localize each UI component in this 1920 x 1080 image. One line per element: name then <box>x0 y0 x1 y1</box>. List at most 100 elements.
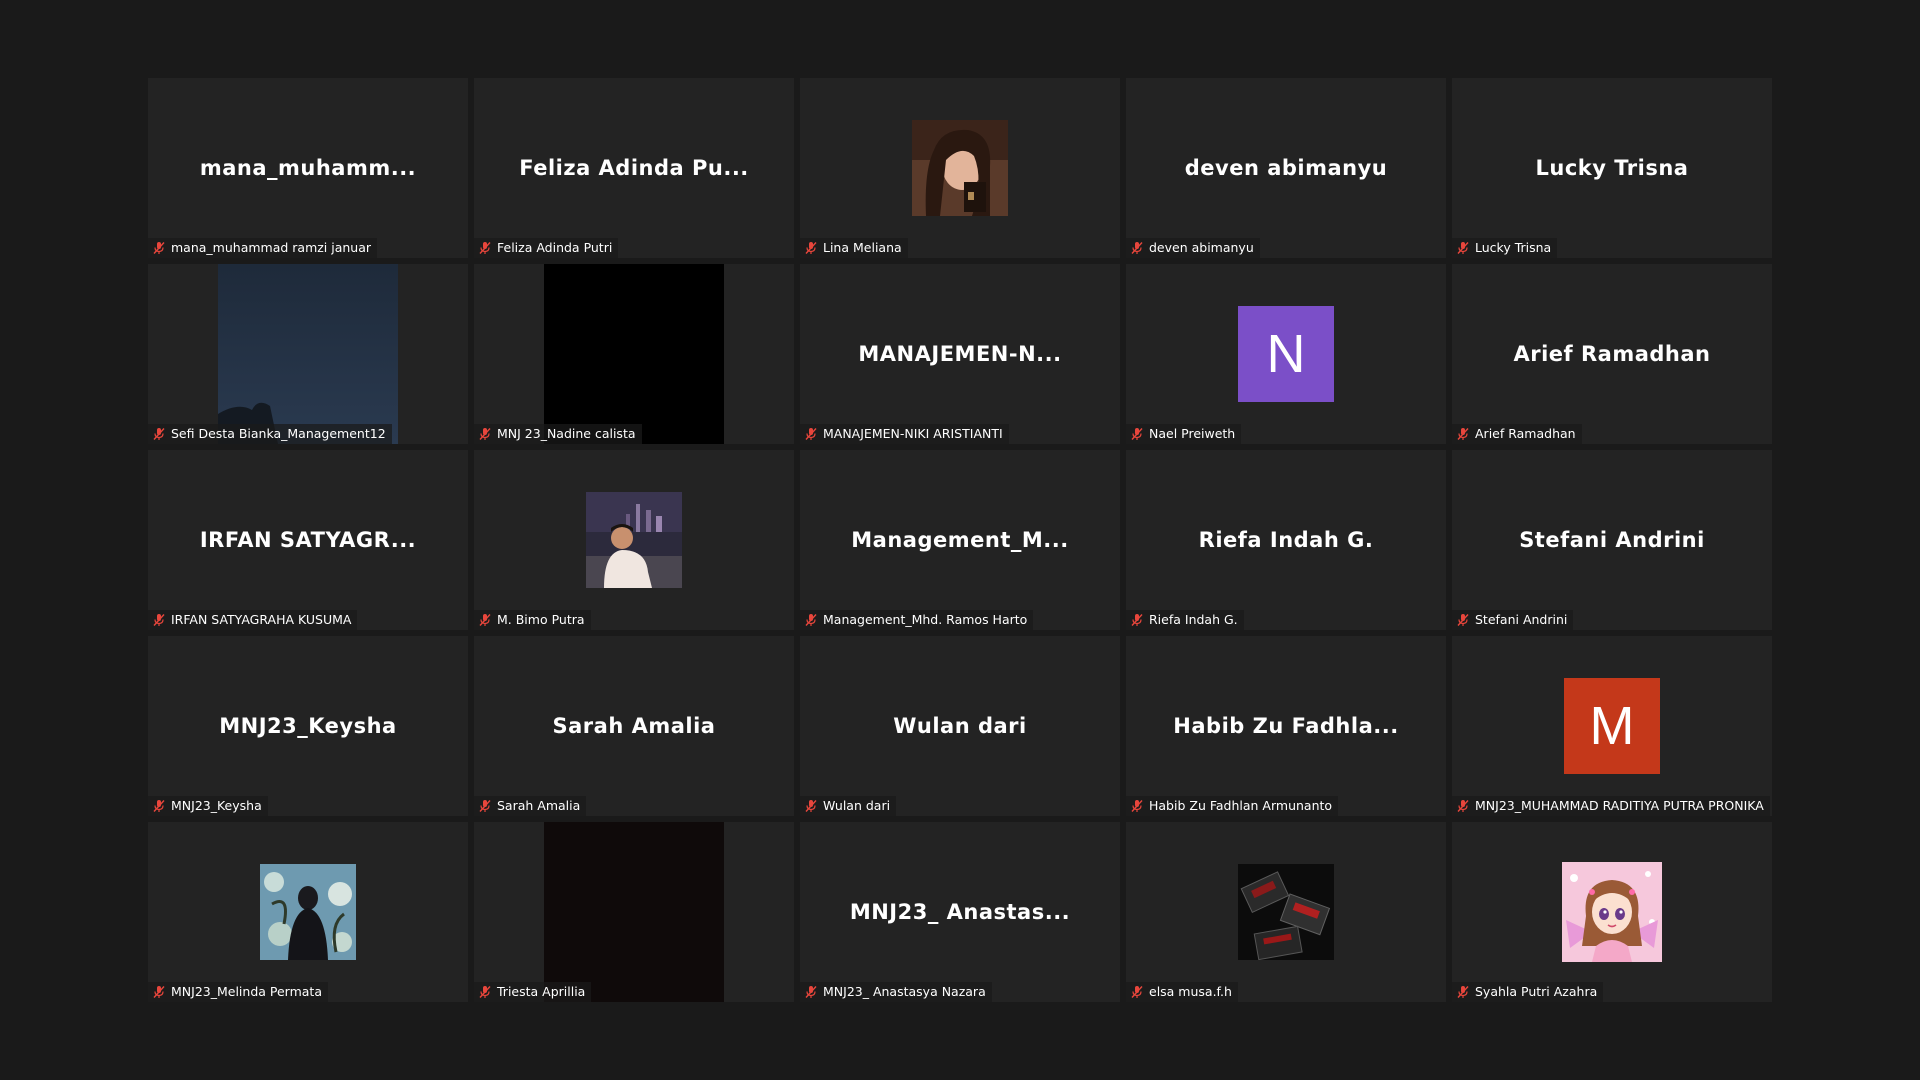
video-feed <box>218 264 398 444</box>
participant-name-tag: Triesta Aprillia <box>474 982 592 1002</box>
participant-tile[interactable]: M. Bimo Putra <box>474 450 794 630</box>
participant-tile[interactable]: MNJ23_Keysha MNJ23_Keysha <box>148 636 468 816</box>
participant-tile[interactable]: MNJ 23_Nadine calista <box>474 264 794 444</box>
participant-name-tag: MNJ23_Melinda Permata <box>148 982 328 1002</box>
profile-photo <box>260 864 356 960</box>
participant-display-name: Stefani Andrini <box>1519 528 1705 552</box>
participant-display-name: MNJ23_Keysha <box>219 714 397 738</box>
muted-mic-icon <box>1131 800 1143 812</box>
muted-mic-icon <box>1131 614 1143 626</box>
muted-mic-icon <box>1131 428 1143 440</box>
participant-name-tag: Sarah Amalia <box>474 796 587 816</box>
participant-display-name: mana_muhamm... <box>199 156 417 180</box>
participant-name-tag: Nael Preiweth <box>1126 424 1242 444</box>
participant-name: Feliza Adinda Putri <box>497 240 613 255</box>
participant-tile[interactable]: deven abimanyu deven abimanyu <box>1126 78 1446 258</box>
muted-mic-icon <box>153 800 165 812</box>
participant-name: Nael Preiweth <box>1149 426 1236 441</box>
muted-mic-icon <box>1457 428 1469 440</box>
participant-name-tag: Management_Mhd. Ramos Harto <box>800 610 1034 630</box>
participant-name-tag: Lucky Trisna <box>1452 238 1558 258</box>
participant-name-tag: Arief Ramadhan <box>1452 424 1582 444</box>
participant-tile[interactable]: Riefa Indah G. Riefa Indah G. <box>1126 450 1446 630</box>
muted-mic-icon <box>153 986 165 998</box>
participant-name: deven abimanyu <box>1149 240 1254 255</box>
participant-tile[interactable]: elsa musa.f.h <box>1126 822 1446 1002</box>
muted-mic-icon <box>153 614 165 626</box>
participant-name: Lina Meliana <box>823 240 902 255</box>
profile-photo <box>586 492 682 588</box>
participant-display-name: Habib Zu Fadhla... <box>1173 714 1399 738</box>
participant-tile[interactable]: MNJ23_ Anastas... MNJ23_ Anastasya Nazar… <box>800 822 1120 1002</box>
participant-display-name: Management_M... <box>851 528 1069 552</box>
participant-name: MNJ23_Melinda Permata <box>171 984 322 999</box>
video-feed <box>544 822 724 1002</box>
participant-display-name: Lucky Trisna <box>1535 156 1689 180</box>
participant-name: MNJ 23_Nadine calista <box>497 426 636 441</box>
muted-mic-icon <box>1457 986 1469 998</box>
participant-tile[interactable]: Feliza Adinda Pu... Feliza Adinda Putri <box>474 78 794 258</box>
participant-tile[interactable]: M MNJ23_MUHAMMAD RADITIYA PUTRA PRONIKA <box>1452 636 1772 816</box>
participant-name: Syahla Putri Azahra <box>1475 984 1598 999</box>
participant-tile[interactable]: mana_muhamm... mana_muhammad ramzi janua… <box>148 78 468 258</box>
muted-mic-icon <box>1457 614 1469 626</box>
participant-tile[interactable]: Lina Meliana <box>800 78 1120 258</box>
participant-tile[interactable]: Triesta Aprillia <box>474 822 794 1002</box>
participant-name-tag: Habib Zu Fadhlan Armunanto <box>1126 796 1339 816</box>
participant-name-tag: mana_muhammad ramzi januar <box>148 238 378 258</box>
participant-name: Sefi Desta Bianka_Management12 <box>171 426 386 441</box>
participant-tile[interactable]: Syahla Putri Azahra <box>1452 822 1772 1002</box>
participant-name-tag: Sefi Desta Bianka_Management12 <box>148 424 392 444</box>
participant-tile[interactable]: Stefani Andrini Stefani Andrini <box>1452 450 1772 630</box>
participant-tile[interactable]: Lucky Trisna Lucky Trisna <box>1452 78 1772 258</box>
participant-name: M. Bimo Putra <box>497 612 585 627</box>
participant-tile[interactable]: Management_M... Management_Mhd. Ramos Ha… <box>800 450 1120 630</box>
muted-mic-icon <box>1457 800 1469 812</box>
meeting-gallery-view: mana_muhamm... mana_muhammad ramzi janua… <box>0 0 1920 1080</box>
profile-photo <box>1238 864 1334 960</box>
participant-tile[interactable]: MNJ23_Melinda Permata <box>148 822 468 1002</box>
muted-mic-icon <box>479 800 491 812</box>
participant-name-tag: MNJ23_Keysha <box>148 796 268 816</box>
initial-avatar: M <box>1564 678 1660 774</box>
participant-name-tag: Riefa Indah G. <box>1126 610 1244 630</box>
muted-mic-icon <box>1457 242 1469 254</box>
participant-name-tag: IRFAN SATYAGRAHA KUSUMA <box>148 610 358 630</box>
participant-name-tag: MANAJEMEN-NIKI ARISTIANTI <box>800 424 1009 444</box>
participant-name: Stefani Andrini <box>1475 612 1568 627</box>
participant-tile[interactable]: Sefi Desta Bianka_Management12 <box>148 264 468 444</box>
participant-name: MNJ23_Keysha <box>171 798 262 813</box>
muted-mic-icon <box>805 800 817 812</box>
muted-mic-icon <box>805 428 817 440</box>
participant-display-name: Feliza Adinda Pu... <box>519 156 749 180</box>
participant-name-tag: MNJ 23_Nadine calista <box>474 424 642 444</box>
muted-mic-icon <box>479 428 491 440</box>
participant-tile[interactable]: IRFAN SATYAGR... IRFAN SATYAGRAHA KUSUMA <box>148 450 468 630</box>
participant-display-name: IRFAN SATYAGR... <box>199 528 417 552</box>
participant-name-tag: Stefani Andrini <box>1452 610 1574 630</box>
muted-mic-icon <box>805 986 817 998</box>
participant-name-tag: Syahla Putri Azahra <box>1452 982 1604 1002</box>
participant-display-name: MANAJEMEN-N... <box>858 342 1062 366</box>
participant-display-name: Sarah Amalia <box>552 714 716 738</box>
participant-name-tag: Wulan dari <box>800 796 897 816</box>
participant-tile[interactable]: Sarah Amalia Sarah Amalia <box>474 636 794 816</box>
participant-display-name: Wulan dari <box>893 714 1027 738</box>
participant-tile[interactable]: N Nael Preiweth <box>1126 264 1446 444</box>
participant-name-tag: MNJ23_ Anastasya Nazara <box>800 982 992 1002</box>
participant-tile[interactable]: Wulan dari Wulan dari <box>800 636 1120 816</box>
muted-mic-icon <box>153 428 165 440</box>
participant-name: Sarah Amalia <box>497 798 581 813</box>
participant-name: elsa musa.f.h <box>1149 984 1232 999</box>
participant-name: MNJ23_MUHAMMAD RADITIYA PUTRA PRONIKA <box>1475 798 1764 813</box>
muted-mic-icon <box>805 242 817 254</box>
participant-tile[interactable]: Arief Ramadhan Arief Ramadhan <box>1452 264 1772 444</box>
participant-name-tag: MNJ23_MUHAMMAD RADITIYA PUTRA PRONIKA <box>1452 796 1770 816</box>
participant-name-tag: Lina Meliana <box>800 238 908 258</box>
participant-tile[interactable]: MANAJEMEN-N... MANAJEMEN-NIKI ARISTIANTI <box>800 264 1120 444</box>
participant-name: Triesta Aprillia <box>497 984 586 999</box>
participant-tile[interactable]: Habib Zu Fadhla... Habib Zu Fadhlan Armu… <box>1126 636 1446 816</box>
muted-mic-icon <box>805 614 817 626</box>
muted-mic-icon <box>479 242 491 254</box>
participant-name-tag: Feliza Adinda Putri <box>474 238 619 258</box>
